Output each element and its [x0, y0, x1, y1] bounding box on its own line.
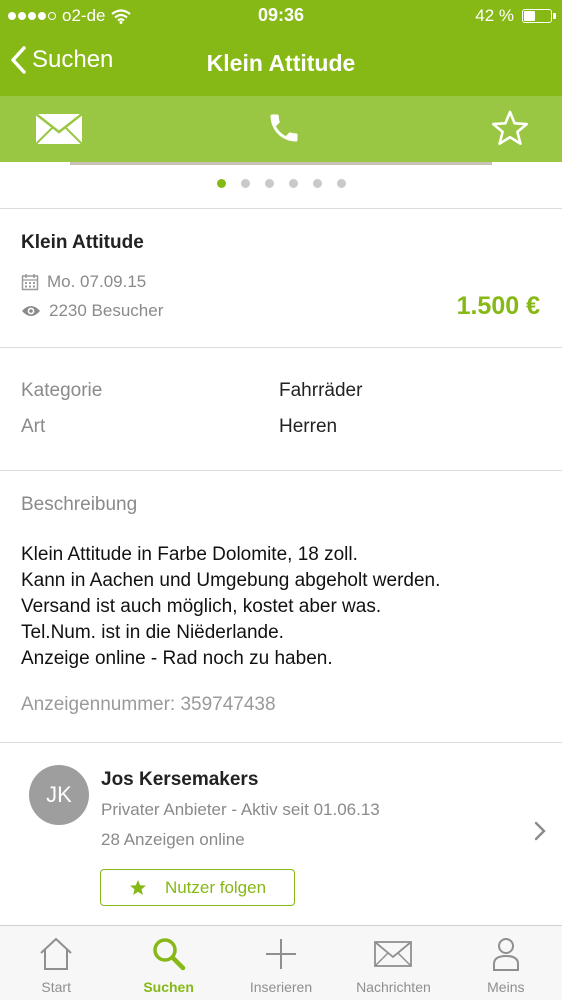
gallery-page-dot[interactable]: [216, 179, 226, 188]
description-line: Kann in Aachen und Umgebung abgeholt wer…: [21, 570, 441, 591]
listing-title: Klein Attitude: [21, 232, 144, 253]
tab-create-listing[interactable]: Inserieren: [225, 926, 337, 1000]
tab-label: Inserieren: [249, 979, 313, 995]
star-icon: [492, 110, 528, 145]
back-button[interactable]: Suchen: [10, 46, 113, 74]
home-icon: [40, 938, 72, 970]
gallery-pager[interactable]: [0, 179, 562, 188]
seller-profile-link[interactable]: JK Jos Kersemakers Privater Anbieter - A…: [0, 743, 562, 925]
gallery-page-dot[interactable]: [264, 179, 274, 188]
contact-mail-button[interactable]: [35, 113, 83, 150]
mail-icon: [374, 941, 413, 967]
battery-icon: [522, 9, 556, 23]
listing-date: Mo. 07.09.15: [21, 272, 146, 292]
eye-icon: [22, 306, 40, 316]
tab-start[interactable]: Start: [0, 926, 112, 1000]
tab-messages[interactable]: Nachrichten: [337, 926, 449, 1000]
star-filled-icon: [130, 879, 146, 895]
divider: [0, 208, 562, 209]
calendar-icon: [21, 274, 39, 291]
gallery-page-dot[interactable]: [336, 179, 346, 188]
avatar: JK: [29, 765, 89, 825]
attribute-label-category: Kategorie: [21, 380, 103, 401]
description-line: Tel.Num. ist in die Niëderlande.: [21, 622, 284, 643]
call-button[interactable]: [266, 110, 302, 151]
search-icon: [152, 938, 185, 971]
status-bar: o2-de 09:36 42 %: [0, 0, 562, 32]
action-bar: [0, 96, 562, 162]
listing-visitors: 2230 Besucher: [21, 301, 163, 321]
battery-percent: 42 %: [475, 6, 514, 25]
mail-icon: [35, 113, 83, 145]
attribute-label-type: Art: [21, 416, 46, 437]
price: 1.500 €: [456, 292, 540, 320]
visitors-text: 2230 Besucher: [49, 301, 164, 320]
tab-label: Start: [41, 979, 71, 995]
attribute-value-type: Herren: [279, 416, 338, 437]
follow-user-button[interactable]: Nutzer folgen: [100, 869, 295, 906]
seller-ads-count: 28 Anzeigen online: [101, 830, 245, 849]
tab-search[interactable]: Suchen: [112, 926, 224, 1000]
gallery-page-dot[interactable]: [240, 179, 250, 188]
follow-label: Nutzer folgen: [164, 877, 267, 897]
tab-label: Meins: [487, 979, 525, 995]
seller-type: Privater Anbieter - Aktiv seit 01.06.13: [101, 800, 380, 819]
divider: [0, 347, 562, 348]
user-icon: [492, 938, 519, 971]
battery-level: [524, 11, 535, 21]
gallery-page-dot[interactable]: [288, 179, 298, 188]
plus-icon: [266, 939, 297, 969]
description-line: Versand ist auch möglich, kostet aber wa…: [21, 596, 382, 617]
date-text: Mo. 07.09.15: [47, 272, 147, 291]
back-label: Suchen: [32, 46, 114, 73]
attribute-value-category: Fahrräder: [279, 380, 363, 401]
description-text: Klein Attitude in Farbe Dolomite, 18 zol…: [21, 542, 551, 672]
tab-label: Suchen: [143, 979, 194, 995]
description-heading: Beschreibung: [21, 494, 138, 515]
tab-bar: Start Suchen Inserieren Nachrichten Mein…: [0, 925, 562, 1000]
listing-image[interactable]: [70, 162, 492, 165]
description-line: Anzeige online - Rad noch zu haben.: [21, 648, 333, 669]
chevron-left-icon: [11, 46, 26, 74]
tab-label: Nachrichten: [356, 979, 431, 995]
navigation-bar: Suchen Klein Attitude: [0, 32, 562, 96]
ad-number: Anzeigennummer: 359747438: [21, 694, 276, 715]
favorite-button[interactable]: [491, 110, 529, 151]
gallery-page-dot[interactable]: [312, 179, 322, 188]
status-right: 42 %: [475, 6, 556, 26]
seller-name: Jos Kersemakers: [101, 769, 259, 790]
description-line: Klein Attitude in Farbe Dolomite, 18 zol…: [21, 544, 358, 565]
divider: [0, 470, 562, 471]
tab-my-account[interactable]: Meins: [450, 926, 562, 1000]
chevron-right-icon: [534, 821, 546, 841]
phone-icon: [270, 114, 298, 142]
